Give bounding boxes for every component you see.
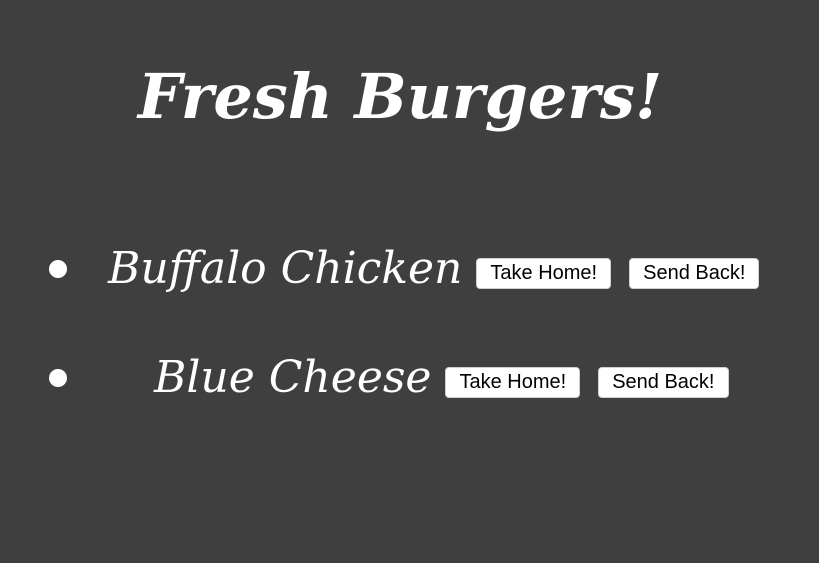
burger-row: Blue Cheese Take Home! Send Back! bbox=[154, 347, 729, 407]
bullet-icon bbox=[49, 260, 67, 278]
burger-name: Blue Cheese bbox=[154, 351, 432, 403]
bullet-icon bbox=[49, 369, 67, 387]
take-home-button[interactable]: Take Home! bbox=[476, 257, 612, 289]
send-back-button[interactable]: Send Back! bbox=[598, 366, 729, 398]
burger-row: Buffalo Chicken Take Home! Send Back! bbox=[108, 238, 760, 298]
page-title: Fresh Burgers! bbox=[137, 60, 663, 133]
list-item: Buffalo Chicken Take Home! Send Back! bbox=[0, 238, 819, 298]
list-item: Blue Cheese Take Home! Send Back! bbox=[0, 347, 819, 407]
take-home-button[interactable]: Take Home! bbox=[445, 366, 581, 398]
send-back-button[interactable]: Send Back! bbox=[629, 257, 760, 289]
burger-name: Buffalo Chicken bbox=[108, 242, 463, 294]
